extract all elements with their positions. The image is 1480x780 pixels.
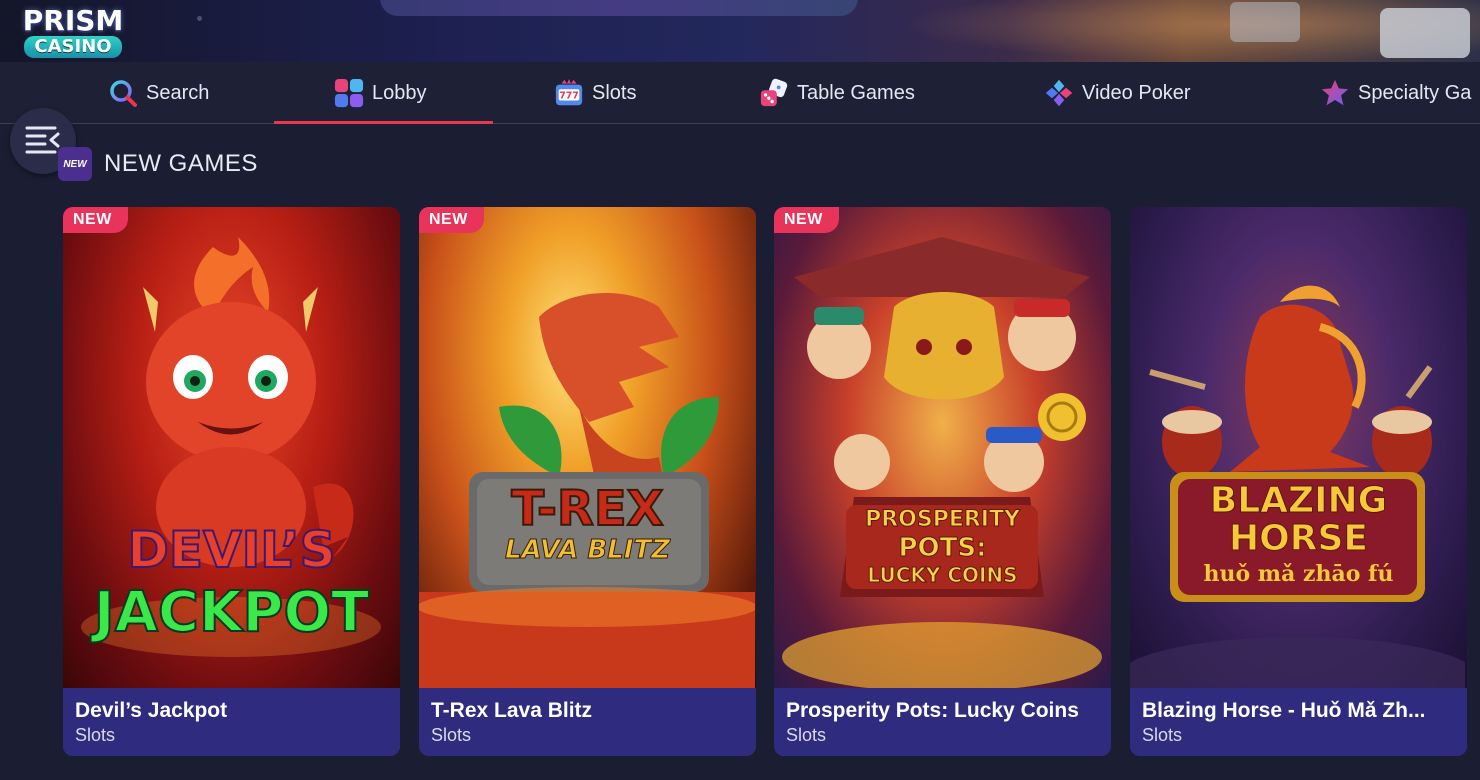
section-header-new-games: NEW NEW GAMES	[58, 146, 258, 182]
banner-sign-graphic	[1230, 2, 1300, 42]
nav-item-lobby[interactable]: Lobby	[334, 62, 427, 124]
game-art-subtitle: POTS:	[898, 533, 987, 563]
game-card-prosperity-pots-lucky-coins[interactable]: PROSPERITY POTS: LUCKY COINS NEW Prosper…	[774, 207, 1111, 756]
game-category: Slots	[75, 725, 116, 745]
nav-item-label: Table Games	[797, 81, 915, 104]
logo-wordmark-bottom: CASINO	[24, 36, 122, 58]
svg-text:777: 777	[559, 91, 579, 102]
nav-item-search[interactable]: Search	[108, 62, 209, 124]
nav-item-label: Video Poker	[1082, 81, 1191, 104]
star-icon	[1320, 78, 1350, 108]
game-card-devils-jackpot[interactable]: DEVIL’S JACKPOT NEW Devil’s Jackpot Slot…	[63, 207, 400, 756]
new-badge: NEW	[63, 207, 128, 233]
nav-item-label: Specialty Ga	[1358, 81, 1472, 104]
slots-icon: 777	[554, 78, 584, 108]
nav-item-slots[interactable]: 777 Slots	[554, 62, 636, 124]
game-card-blazing-horse[interactable]: BLAZING HORSE huǒ mǎ zhāo fú Blazing Hor…	[1130, 207, 1467, 756]
category-nav: Search Lobby 777 Slots Table Games Video…	[0, 62, 1480, 124]
game-art-subtitle: huǒ mǎ zhāo fú	[1203, 561, 1394, 587]
nav-item-specialty-games[interactable]: Specialty Ga	[1320, 62, 1471, 124]
search-icon	[108, 78, 138, 108]
banner-sign-graphic	[1380, 8, 1470, 58]
nav-item-table-games[interactable]: Table Games	[759, 62, 915, 124]
game-thumbnail[interactable]: DEVIL’S JACKPOT	[63, 207, 400, 688]
game-art-subtitle: LAVA BLITZ	[504, 535, 671, 565]
game-art-title: BLAZING	[1209, 480, 1388, 521]
game-title: T-Rex Lava Blitz	[431, 699, 593, 722]
game-category: Slots	[1142, 725, 1183, 745]
game-card-t-rex-lava-blitz[interactable]: T-REX LAVA BLITZ NEW T-Rex Lava Blitz Sl…	[419, 207, 756, 756]
game-thumbnail[interactable]: T-REX LAVA BLITZ	[419, 207, 756, 688]
nav-item-label: Slots	[592, 81, 637, 104]
nav-item-label: Lobby	[372, 81, 427, 104]
game-art-title: PROSPERITY	[865, 507, 1021, 532]
lobby-icon	[334, 78, 364, 108]
game-thumbnail[interactable]: BLAZING HORSE huǒ mǎ zhāo fú	[1130, 207, 1467, 688]
banner-highlight	[380, 0, 858, 16]
game-art-subtitle: JACKPOT	[93, 580, 371, 645]
game-card-info[interactable]: Blazing Horse - Huǒ Mǎ Zh... Slots	[1130, 688, 1467, 756]
game-art-title: DEVIL’S	[126, 521, 336, 579]
section-title: NEW GAMES	[104, 150, 258, 177]
banner-dot	[197, 16, 202, 21]
game-title: Prosperity Pots: Lucky Coins	[786, 699, 1079, 722]
nav-active-indicator	[274, 121, 493, 124]
dice-icon	[759, 78, 789, 108]
game-title: Blazing Horse - Huǒ Mǎ Zh...	[1142, 699, 1426, 722]
new-badge: NEW	[774, 207, 839, 233]
logo-wordmark-top: PRISM	[22, 4, 124, 37]
game-art-subtitle: LUCKY COINS	[867, 563, 1018, 587]
menu-collapse-icon	[25, 124, 61, 159]
promo-banner[interactable]	[0, 0, 1480, 62]
prism-casino-logo[interactable]: PRISM CASINO	[10, 6, 136, 66]
game-category: Slots	[786, 725, 827, 745]
new-games-icon: NEW	[58, 147, 92, 181]
game-title: Devil’s Jackpot	[75, 699, 228, 722]
game-card-info[interactable]: T-Rex Lava Blitz Slots	[419, 688, 756, 756]
nav-item-video-poker[interactable]: Video Poker	[1044, 62, 1191, 124]
game-card-info[interactable]: Devil’s Jackpot Slots	[63, 688, 400, 756]
game-card-info[interactable]: Prosperity Pots: Lucky Coins Slots	[774, 688, 1111, 756]
nav-item-label: Search	[146, 81, 210, 104]
game-category: Slots	[431, 725, 472, 745]
card-suits-icon	[1044, 78, 1074, 108]
game-art-subtitle: HORSE	[1229, 518, 1369, 559]
new-badge: NEW	[419, 207, 484, 233]
game-thumbnail[interactable]: PROSPERITY POTS: LUCKY COINS	[774, 207, 1111, 688]
game-art-title: T-REX	[510, 481, 664, 537]
